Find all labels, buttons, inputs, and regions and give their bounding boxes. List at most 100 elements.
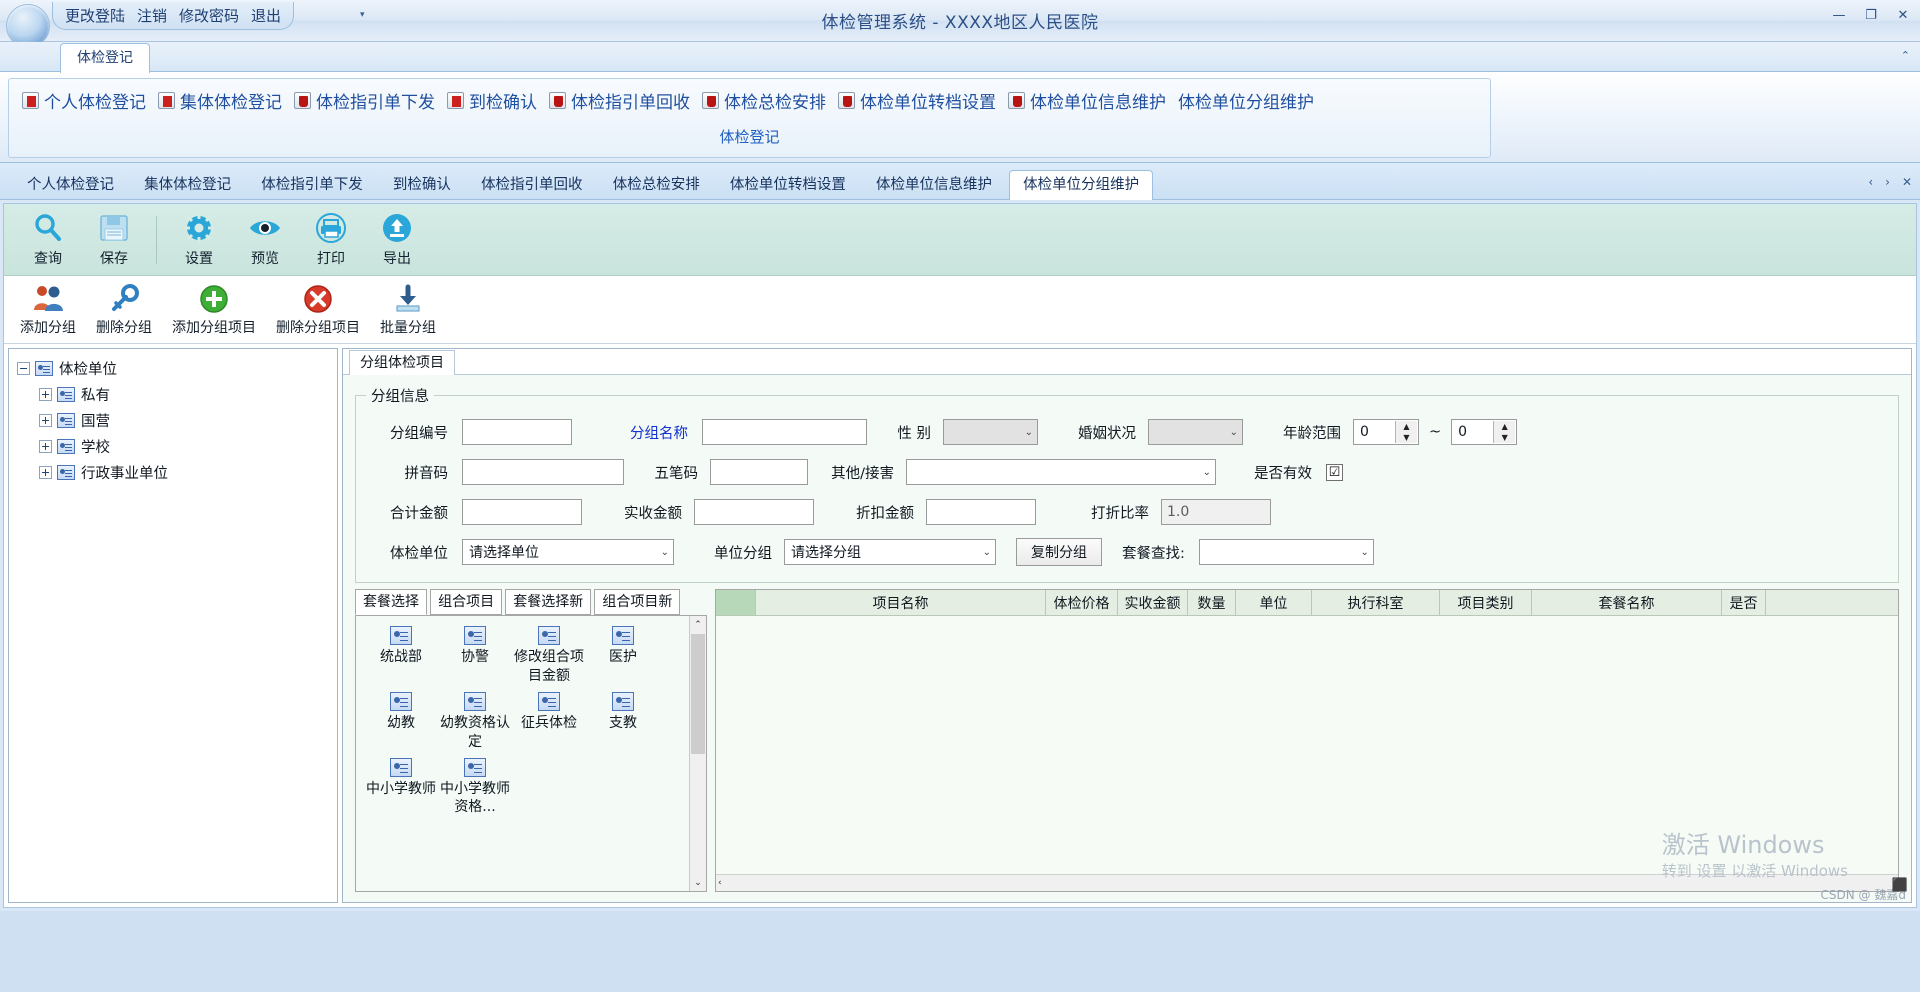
discount-rate-input[interactable] bbox=[1161, 499, 1271, 525]
unit-group-select[interactable]: 请选择分组 ⌄ bbox=[784, 539, 996, 565]
grid-col-received-amount[interactable]: 实收金额 bbox=[1118, 590, 1188, 615]
received-amount-input[interactable] bbox=[694, 499, 814, 525]
package-item[interactable]: 协警 bbox=[438, 626, 512, 686]
grid-col-package-name[interactable]: 套餐名称 bbox=[1532, 590, 1722, 615]
export-button[interactable]: 导出 bbox=[365, 211, 429, 268]
tree-expand-icon[interactable] bbox=[39, 465, 52, 479]
package-item[interactable]: 医护 bbox=[586, 626, 660, 686]
age-from-up-icon[interactable]: ▲ bbox=[1396, 421, 1417, 432]
pinyin-input[interactable] bbox=[462, 459, 624, 485]
ribbon-item-guide-sheet-recycle[interactable]: 体检指引单回收 bbox=[546, 87, 693, 114]
tree-expand-icon[interactable] bbox=[39, 413, 52, 427]
ribbon-item-group-registration[interactable]: 集体体检登记 bbox=[155, 87, 285, 114]
ribbon-item-final-exam-schedule[interactable]: 体检总检安排 bbox=[699, 87, 829, 114]
grid-col-select[interactable] bbox=[716, 590, 756, 615]
maximize-button[interactable]: ❐ bbox=[1862, 8, 1880, 23]
items-grid-horizontal-scrollbar[interactable]: ‹ › bbox=[716, 874, 1898, 891]
ribbon-item-unit-archive-setting[interactable]: 体检单位转档设置 bbox=[835, 87, 999, 114]
group-no-input[interactable] bbox=[462, 419, 572, 445]
close-button[interactable]: ✕ bbox=[1894, 8, 1912, 23]
valid-checkbox[interactable]: ☑ bbox=[1326, 463, 1343, 481]
hscroll-left-icon[interactable]: ‹ bbox=[718, 878, 722, 888]
tree-node-private[interactable]: 私有 bbox=[13, 381, 333, 407]
marital-select[interactable]: ⌄ bbox=[1148, 419, 1243, 445]
scroll-down-icon[interactable]: ⌄ bbox=[690, 874, 706, 891]
unit-tree-panel[interactable]: 体检单位 私有 国营 学校 行政事业单位 bbox=[8, 348, 338, 903]
tab-scroll-right-icon[interactable]: › bbox=[1885, 175, 1890, 189]
scrollbar-thumb[interactable] bbox=[691, 634, 705, 754]
grid-col-item-category[interactable]: 项目类别 bbox=[1440, 590, 1532, 615]
age-from-stepper[interactable]: 0 ▲ ▼ bbox=[1353, 419, 1419, 445]
batch-group-button[interactable]: 批量分组 bbox=[374, 283, 442, 337]
preview-button[interactable]: 预览 bbox=[233, 211, 297, 268]
age-to-down-icon[interactable]: ▼ bbox=[1494, 432, 1515, 443]
grid-col-quantity[interactable]: 数量 bbox=[1188, 590, 1236, 615]
mdi-tab-group-registration[interactable]: 集体体检登记 bbox=[131, 171, 244, 201]
age-to-arrows[interactable]: ▲ ▼ bbox=[1493, 421, 1516, 443]
tree-node-school[interactable]: 学校 bbox=[13, 433, 333, 459]
query-button[interactable]: 查询 bbox=[16, 211, 80, 268]
mdi-tab-unit-info-maintenance[interactable]: 体检单位信息维护 bbox=[863, 171, 1005, 201]
age-from-arrows[interactable]: ▲ ▼ bbox=[1395, 421, 1417, 443]
settings-button[interactable]: 设置 bbox=[167, 211, 231, 268]
minimize-button[interactable]: — bbox=[1830, 8, 1848, 23]
package-item[interactable]: 幼教 bbox=[364, 691, 438, 752]
package-item[interactable]: 统战部 bbox=[364, 626, 438, 686]
tab-close-icon[interactable]: ✕ bbox=[1902, 175, 1912, 189]
tree-collapse-icon[interactable] bbox=[17, 361, 30, 375]
package-tab-select-new[interactable]: 套餐选择新 bbox=[505, 589, 592, 615]
delete-group-item-button[interactable]: 删除分组项目 bbox=[270, 283, 366, 337]
age-from-down-icon[interactable]: ▼ bbox=[1396, 432, 1417, 443]
ribbon-collapse-icon[interactable]: ⌃ bbox=[1901, 49, 1910, 62]
grid-col-exam-price[interactable]: 体检价格 bbox=[1046, 590, 1118, 615]
package-item[interactable]: 中小学教师资格... bbox=[438, 757, 512, 818]
mdi-tab-guide-sheet-recycle[interactable]: 体检指引单回收 bbox=[468, 171, 596, 201]
package-item[interactable]: 修改组合项目金额 bbox=[512, 626, 586, 686]
grid-col-item-name[interactable]: 项目名称 bbox=[756, 590, 1046, 615]
ribbon-item-arrival-confirm[interactable]: 到检确认 bbox=[444, 87, 540, 114]
package-item[interactable]: 征兵体检 bbox=[512, 691, 586, 752]
add-group-item-button[interactable]: 添加分组项目 bbox=[166, 283, 262, 337]
tree-node-state-owned[interactable]: 国营 bbox=[13, 407, 333, 433]
age-to-up-icon[interactable]: ▲ bbox=[1494, 421, 1515, 432]
inner-tab-group-exam-items[interactable]: 分组体检项目 bbox=[349, 350, 455, 375]
package-item[interactable]: 中小学教师 bbox=[364, 757, 438, 818]
age-to-stepper[interactable]: 0 ▲ ▼ bbox=[1451, 419, 1518, 445]
mdi-tab-personal-registration[interactable]: 个人体检登记 bbox=[14, 171, 127, 201]
tree-node-public-institution[interactable]: 行政事业单位 bbox=[13, 459, 333, 485]
mdi-tab-unit-group-maintenance[interactable]: 体检单位分组维护 bbox=[1009, 170, 1154, 200]
tree-expand-icon[interactable] bbox=[39, 387, 52, 401]
items-grid-body[interactable] bbox=[716, 616, 1898, 874]
mdi-tab-guide-sheet-issue[interactable]: 体检指引单下发 bbox=[248, 171, 376, 201]
other-hazard-select[interactable]: ⌄ bbox=[906, 459, 1216, 485]
total-amount-input[interactable] bbox=[462, 499, 582, 525]
tab-scroll-left-icon[interactable]: ‹ bbox=[1868, 175, 1873, 189]
mdi-tab-final-exam-schedule[interactable]: 体检总检安排 bbox=[600, 171, 713, 201]
package-tab-combo-items[interactable]: 组合项目 bbox=[430, 589, 503, 615]
package-tab-select[interactable]: 套餐选择 bbox=[355, 589, 427, 615]
gender-select[interactable]: ⌄ bbox=[943, 419, 1038, 445]
package-search-select[interactable]: ⌄ bbox=[1198, 539, 1374, 565]
exam-unit-select[interactable]: 请选择单位 ⌄ bbox=[462, 539, 674, 565]
tree-node-root[interactable]: 体检单位 bbox=[13, 355, 333, 381]
delete-group-button[interactable]: 删除分组 bbox=[90, 283, 158, 337]
discount-amount-input[interactable] bbox=[926, 499, 1036, 525]
mdi-tab-unit-archive-setting[interactable]: 体检单位转档设置 bbox=[717, 171, 859, 201]
package-vertical-scrollbar[interactable]: ⌃ ⌄ bbox=[689, 616, 706, 891]
add-group-button[interactable]: 添加分组 bbox=[14, 283, 82, 337]
ribbon-item-personal-registration[interactable]: 个人体检登记 bbox=[19, 87, 149, 114]
print-button[interactable]: 打印 bbox=[299, 211, 363, 268]
group-name-input[interactable] bbox=[702, 419, 867, 445]
scroll-up-icon[interactable]: ⌃ bbox=[690, 616, 706, 633]
wubi-input[interactable] bbox=[710, 459, 808, 485]
ribbon-tab-physical-exam-registration[interactable]: 体检登记 bbox=[60, 43, 150, 73]
copy-group-button[interactable]: 复制分组 bbox=[1016, 538, 1102, 566]
ribbon-item-guide-sheet-issue[interactable]: 体检指引单下发 bbox=[291, 87, 438, 114]
grid-col-is-flag[interactable]: 是否 bbox=[1722, 590, 1766, 615]
mdi-tab-arrival-confirm[interactable]: 到检确认 bbox=[380, 171, 464, 201]
package-item[interactable]: 支教 bbox=[586, 691, 660, 752]
package-item[interactable]: 幼教资格认定 bbox=[438, 691, 512, 752]
ribbon-item-unit-info-maintenance[interactable]: 体检单位信息维护 bbox=[1005, 87, 1169, 114]
grid-col-department[interactable]: 执行科室 bbox=[1312, 590, 1440, 615]
ribbon-item-unit-group-maintenance[interactable]: 体检单位分组维护 bbox=[1175, 87, 1317, 114]
